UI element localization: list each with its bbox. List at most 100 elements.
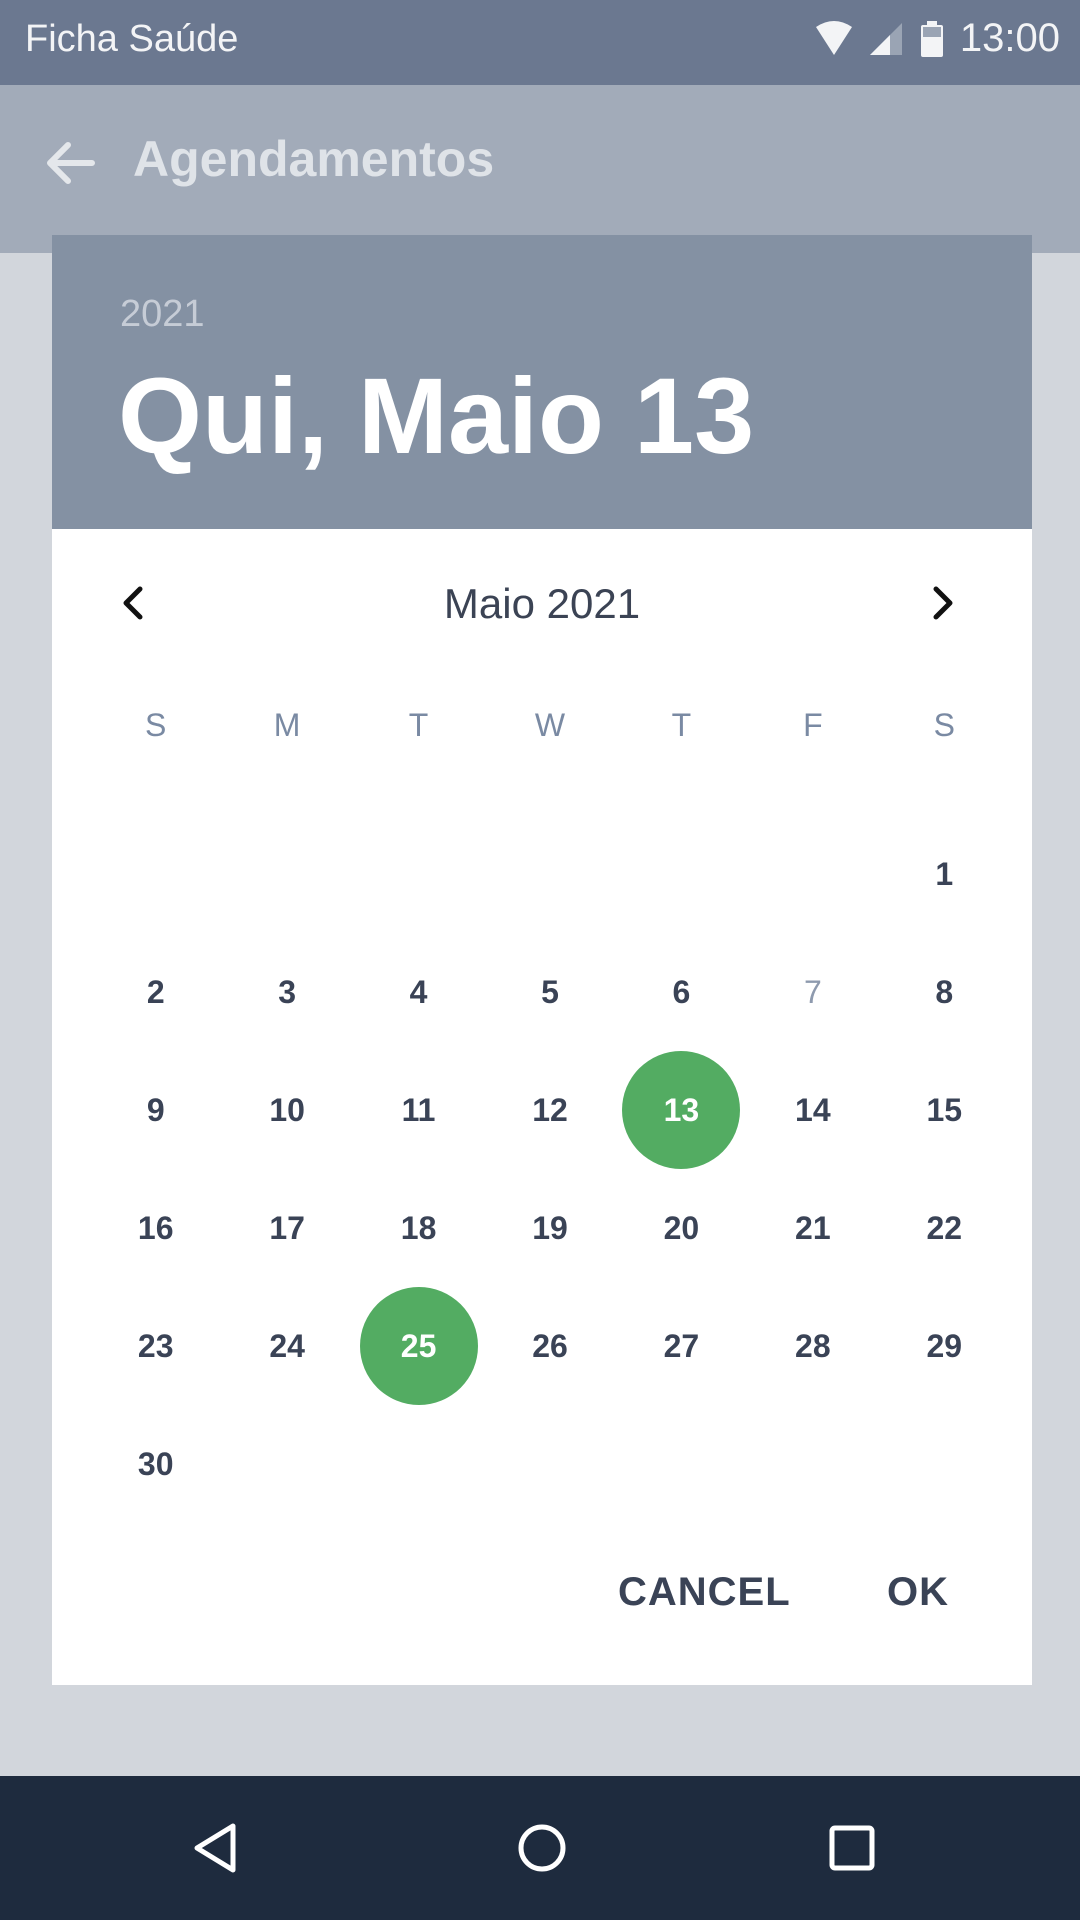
calendar-day[interactable]: 29 — [879, 1287, 1010, 1405]
calendar-day-number: 7 — [803, 973, 822, 1010]
calendar-day-number: 8 — [935, 973, 954, 1010]
calendar-empty-cell — [747, 1405, 878, 1523]
calendar-day[interactable]: 19 — [484, 1169, 615, 1287]
arrow-left-icon — [47, 142, 95, 184]
calendar-day[interactable]: 24 — [221, 1287, 352, 1405]
back-nav-button[interactable] — [185, 1818, 245, 1878]
calendar-day-number: 1 — [935, 855, 954, 892]
calendar-empty-cell — [484, 815, 615, 933]
calendar-day-number: 27 — [663, 1327, 700, 1364]
calendar-empty-cell — [616, 1405, 747, 1523]
calendar-day[interactable]: 27 — [616, 1287, 747, 1405]
wifi-icon — [815, 20, 852, 55]
calendar-week-row: 9 10 11 12 13 14 15 — [90, 1051, 1010, 1169]
calendar-day[interactable]: 21 — [747, 1169, 878, 1287]
page-title: Agendamentos — [133, 131, 495, 187]
date-picker-header: 2021 Qui, Maio 13 — [52, 235, 1032, 529]
calendar-empty-cell — [353, 1405, 484, 1523]
calendar-day[interactable]: 5 — [484, 933, 615, 1051]
calendar-empty-cell — [484, 1405, 615, 1523]
calendar-empty-cell — [90, 815, 221, 933]
calendar-day[interactable]: 4 — [353, 933, 484, 1051]
calendar-empty-cell — [353, 815, 484, 933]
calendar-day-number: 2 — [146, 973, 165, 1010]
triangle-back-icon — [194, 1823, 236, 1873]
header-year[interactable]: 2021 — [120, 293, 205, 336]
calendar-day-number: 6 — [672, 973, 691, 1010]
calendar-day[interactable]: 23 — [90, 1287, 221, 1405]
calendar-day-number: 13 — [663, 1091, 700, 1128]
calendar-day-number: 24 — [269, 1327, 305, 1364]
calendar-day[interactable]: 22 — [879, 1169, 1010, 1287]
calendar-day-number: 9 — [146, 1091, 165, 1128]
calendar-day-number: 18 — [400, 1209, 437, 1246]
calendar-empty-cell — [747, 815, 878, 933]
calendar-day-number: 22 — [926, 1209, 963, 1246]
weekday-header: S M T W T F S — [90, 700, 1010, 750]
calendar-day[interactable]: 6 — [616, 933, 747, 1051]
calendar-day-number: 4 — [409, 973, 428, 1010]
calendar-day-number: 10 — [269, 1091, 305, 1128]
calendar-day[interactable]: 25 — [353, 1287, 484, 1405]
header-selected-date[interactable]: Qui, Maio 13 — [118, 353, 754, 478]
calendar-day[interactable]: 13 — [616, 1051, 747, 1169]
back-button[interactable] — [40, 133, 100, 193]
calendar-empty-cell — [616, 815, 747, 933]
system-nav-bar — [0, 1776, 1080, 1920]
weekday-label: W — [534, 707, 566, 743]
weekday-label: S — [933, 707, 955, 743]
calendar-day[interactable]: 1 — [879, 815, 1010, 933]
circle-home-icon — [518, 1824, 566, 1872]
weekday-label: F — [803, 707, 823, 743]
calendar-day-number: 19 — [532, 1209, 568, 1246]
calendar-day[interactable]: 8 — [879, 933, 1010, 1051]
calendar-day-number: 17 — [269, 1209, 305, 1246]
calendar-day[interactable]: 30 — [90, 1405, 221, 1523]
calendar-empty-cell — [221, 815, 352, 933]
signal-icon — [869, 22, 902, 55]
app-bar: Agendamentos — [0, 85, 1080, 253]
calendar-day[interactable]: 7 — [747, 933, 878, 1051]
next-month-button[interactable] — [912, 573, 972, 633]
weekday-label: T — [671, 707, 692, 743]
weekday-label: S — [145, 707, 167, 743]
calendar-day[interactable]: 11 — [353, 1051, 484, 1169]
calendar-day-number: 5 — [541, 973, 559, 1010]
calendar-day[interactable]: 12 — [484, 1051, 615, 1169]
calendar-day[interactable]: 9 — [90, 1051, 221, 1169]
status-icons: 13:00 — [814, 16, 1060, 61]
calendar-day-number: 3 — [278, 973, 297, 1010]
calendar-week-row: 16 17 18 19 20 21 22 — [90, 1169, 1010, 1287]
calendar-week-row: 1 — [90, 815, 1010, 933]
calendar-day[interactable]: 15 — [879, 1051, 1010, 1169]
status-time: 13:00 — [959, 16, 1060, 60]
calendar-empty-cell — [221, 1405, 352, 1523]
calendar-week-row: 2 3 4 5 6 7 8 — [90, 933, 1010, 1051]
calendar-day[interactable]: 28 — [747, 1287, 878, 1405]
calendar-day[interactable]: 10 — [221, 1051, 352, 1169]
ok-button[interactable]: OK — [887, 1570, 949, 1615]
calendar-day[interactable]: 3 — [221, 933, 352, 1051]
calendar-day-number: 12 — [532, 1091, 568, 1128]
calendar-day-number: 26 — [532, 1327, 568, 1364]
calendar-day[interactable]: 17 — [221, 1169, 352, 1287]
calendar-day[interactable]: 26 — [484, 1287, 615, 1405]
calendar-day-number: 20 — [663, 1209, 700, 1246]
weekday-label: M — [273, 707, 301, 743]
calendar-day-number: 30 — [137, 1445, 174, 1482]
calendar-week-row: 30 — [90, 1405, 1010, 1523]
calendar-day-number: 16 — [137, 1209, 174, 1246]
home-nav-button[interactable] — [512, 1818, 572, 1878]
calendar-week-row: 23 24 25 26 27 28 29 — [90, 1287, 1010, 1405]
calendar-day[interactable]: 18 — [353, 1169, 484, 1287]
calendar-day-number: 23 — [137, 1327, 174, 1364]
calendar-day[interactable]: 2 — [90, 933, 221, 1051]
calendar-day[interactable]: 14 — [747, 1051, 878, 1169]
cancel-button[interactable]: CANCEL — [618, 1570, 791, 1615]
recents-nav-button[interactable] — [822, 1818, 882, 1878]
status-bar: Ficha Saúde 13:00 — [0, 0, 1080, 85]
calendar-day[interactable]: 20 — [616, 1169, 747, 1287]
calendar-day[interactable]: 16 — [90, 1169, 221, 1287]
calendar-day-number: 15 — [926, 1091, 963, 1128]
date-picker-dialog: 2021 Qui, Maio 13 Maio 2021 S M T W T F … — [52, 235, 1032, 1685]
